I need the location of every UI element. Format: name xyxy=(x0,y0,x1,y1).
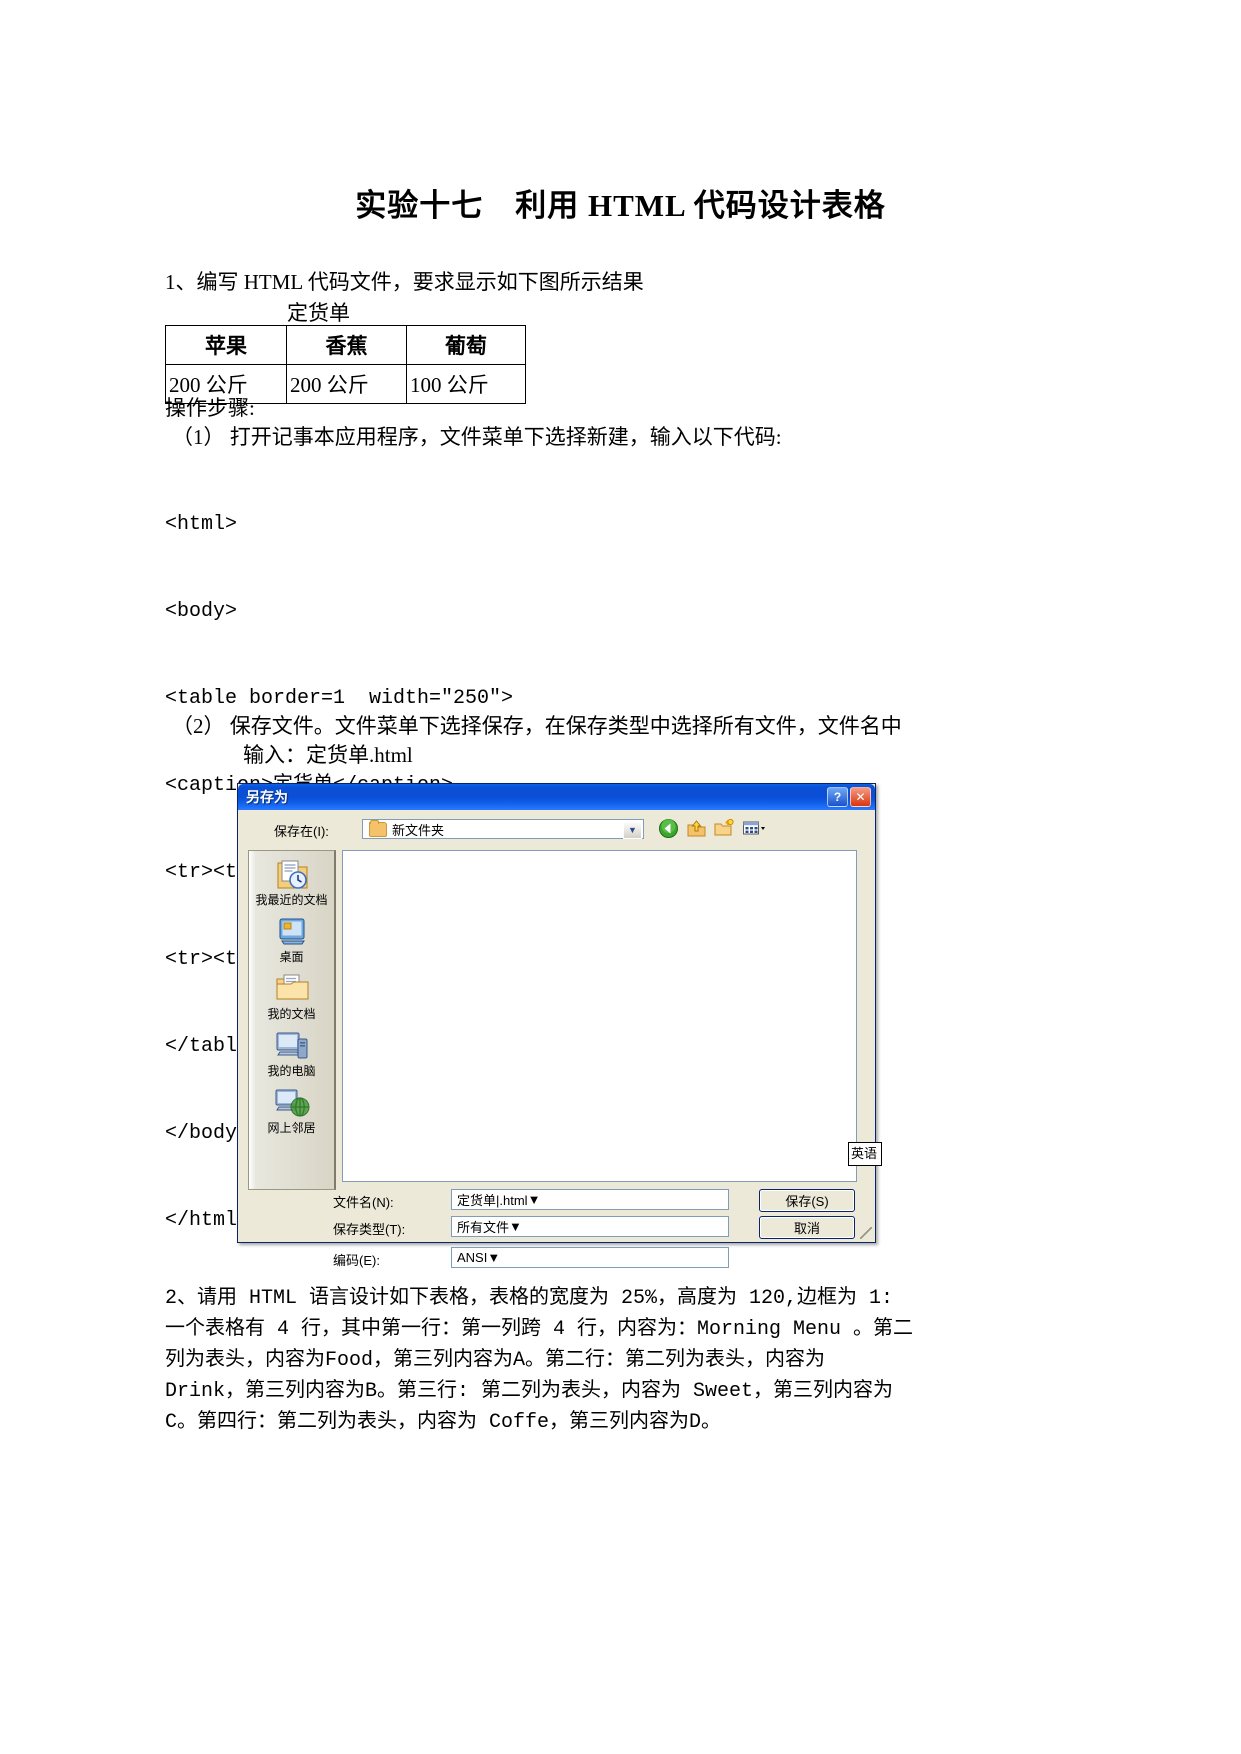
save-type-combo[interactable]: 所有文件 ▼ xyxy=(451,1216,729,1237)
encoding-value: ANSI xyxy=(457,1250,488,1265)
dialog-bottom: 文件名(N): 定货单|.html ▼ 保存(S) 保存类型(T): 所有文件 … xyxy=(238,1188,875,1272)
document-page: 实验十七 利用 HTML 代码设计表格 1、编写 HTML 代码文件，要求显示如… xyxy=(0,0,1241,1754)
encoding-combo[interactable]: ANSI ▼ xyxy=(451,1247,729,1268)
save-type-value: 所有文件 xyxy=(457,1220,510,1235)
save-type-row: 保存类型(T): 所有文件 ▼ 取消 xyxy=(238,1215,875,1242)
item1-heading: 1、编写 HTML 代码文件，要求显示如下图所示结果 xyxy=(165,270,644,294)
order-table: 苹果 香蕉 葡萄 200 公斤 200 公斤 100 公斤 xyxy=(165,325,526,404)
place-desktop[interactable]: 桌面 xyxy=(249,916,334,964)
order-header-cell: 香蕉 xyxy=(286,325,407,365)
chevron-down-icon[interactable]: ▼ xyxy=(487,1250,500,1265)
place-label: 我的电脑 xyxy=(267,1064,316,1078)
file-name-label: 文件名(N): xyxy=(333,1195,394,1210)
step-1-text: （1） 打开记事本应用程序，文件菜单下选择新建，输入以下代码: xyxy=(172,425,782,449)
order-header-cell: 苹果 xyxy=(165,325,287,365)
place-recent-documents[interactable]: 我最近的文档 xyxy=(249,859,334,907)
chevron-down-icon[interactable]: ▼ xyxy=(623,821,642,839)
ime-status-tooltip: 英语 xyxy=(848,1142,882,1166)
item2-line: Drink，第三列内容为B。第三行: 第二列为表头，内容为 Sweet，第三列内… xyxy=(165,1380,894,1403)
order-value-cell: 200 公斤 xyxy=(286,364,407,404)
table-row: 苹果 香蕉 葡萄 xyxy=(165,325,526,365)
recent-documents-icon xyxy=(273,859,311,893)
item2-line: 列为表头，内容为Food，第三列内容为A。第二行：第二列为表头，内容为 xyxy=(165,1349,826,1372)
save-button[interactable]: 保存(S) xyxy=(759,1189,855,1212)
cancel-button[interactable]: 取消 xyxy=(759,1216,855,1239)
places-bar: 我最近的文档 桌面 我的文档 我的电脑 网上邻居 xyxy=(248,850,336,1190)
look-in-combo[interactable]: 新文件夹 ▼ xyxy=(362,819,644,839)
file-list-view[interactable] xyxy=(342,850,857,1182)
close-icon[interactable]: ✕ xyxy=(850,787,871,807)
place-my-documents[interactable]: 我的文档 xyxy=(249,973,334,1021)
order-table-caption: 定货单 xyxy=(287,301,350,325)
chevron-down-icon[interactable]: ▼ xyxy=(509,1219,522,1234)
step-2-text-line2: 输入：定货单.html xyxy=(243,743,413,767)
save-as-dialog: 另存为 ? ✕ 保存在(I): 新文件夹 ▼ 我最近的文档 桌面 我的文档 我的… xyxy=(237,783,876,1268)
chevron-down-icon[interactable]: ▼ xyxy=(528,1192,541,1207)
help-button[interactable]: ? xyxy=(827,787,848,807)
place-label: 我最近的文档 xyxy=(255,893,328,907)
step-2-text-line1: （2） 保存文件。文件菜单下选择保存，在保存类型中选择所有文件，文件名中 xyxy=(172,714,902,738)
place-my-computer[interactable]: 我的电脑 xyxy=(249,1030,334,1078)
order-header-cell: 葡萄 xyxy=(406,325,526,365)
desktop-icon xyxy=(273,916,311,950)
views-icon[interactable] xyxy=(742,818,765,839)
my-computer-icon xyxy=(273,1030,311,1064)
place-label: 桌面 xyxy=(279,950,304,964)
network-places-icon xyxy=(273,1087,311,1121)
file-name-input[interactable]: 定货单|.html ▼ xyxy=(451,1189,729,1210)
dialog-toolbar xyxy=(658,818,765,839)
encoding-row: 编码(E): ANSI ▼ xyxy=(238,1242,875,1272)
steps-label: 操作步骤: xyxy=(165,396,255,420)
dialog-title-bar: 另存为 ? ✕ xyxy=(238,784,875,810)
save-type-label: 保存类型(T): xyxy=(333,1222,406,1237)
look-in-value: 新文件夹 xyxy=(392,822,445,838)
item2-line: C。第四行：第二列为表头，内容为 Coffe，第三列内容为D。 xyxy=(165,1411,722,1434)
up-one-level-icon[interactable] xyxy=(686,818,707,839)
my-documents-icon xyxy=(273,973,311,1007)
encoding-label: 编码(E): xyxy=(333,1253,380,1268)
place-label: 网上邻居 xyxy=(267,1121,316,1135)
page-title: 实验十七 利用 HTML 代码设计表格 xyxy=(355,188,886,223)
new-folder-icon[interactable] xyxy=(714,818,735,839)
back-icon[interactable] xyxy=(658,818,679,839)
order-value-cell: 100 公斤 xyxy=(406,364,526,404)
code-line: <body> xyxy=(165,600,238,623)
look-in-label: 保存在(I): xyxy=(274,824,329,839)
file-name-row: 文件名(N): 定货单|.html ▼ 保存(S) xyxy=(238,1188,875,1215)
place-network-places[interactable]: 网上邻居 xyxy=(249,1087,334,1135)
resize-grip[interactable] xyxy=(860,1227,872,1239)
dialog-title-text: 另存为 xyxy=(246,789,288,805)
code-line: <table border=1 width="250"> xyxy=(165,687,514,710)
item2-line: 2、请用 HTML 语言设计如下表格，表格的宽度为 25%，高度为 120,边框… xyxy=(165,1287,894,1310)
place-label: 我的文档 xyxy=(267,1007,316,1021)
item2-line: 一个表格有 4 行，其中第一行：第一列跨 4 行，内容为：Morning Men… xyxy=(165,1318,914,1341)
folder-icon xyxy=(369,819,387,837)
code-line: <html> xyxy=(165,513,238,536)
dialog-body: 保存在(I): 新文件夹 ▼ 我最近的文档 桌面 我的文档 我的电脑 网上邻居 … xyxy=(238,810,875,1268)
file-name-value: 定货单|.html xyxy=(457,1193,528,1208)
